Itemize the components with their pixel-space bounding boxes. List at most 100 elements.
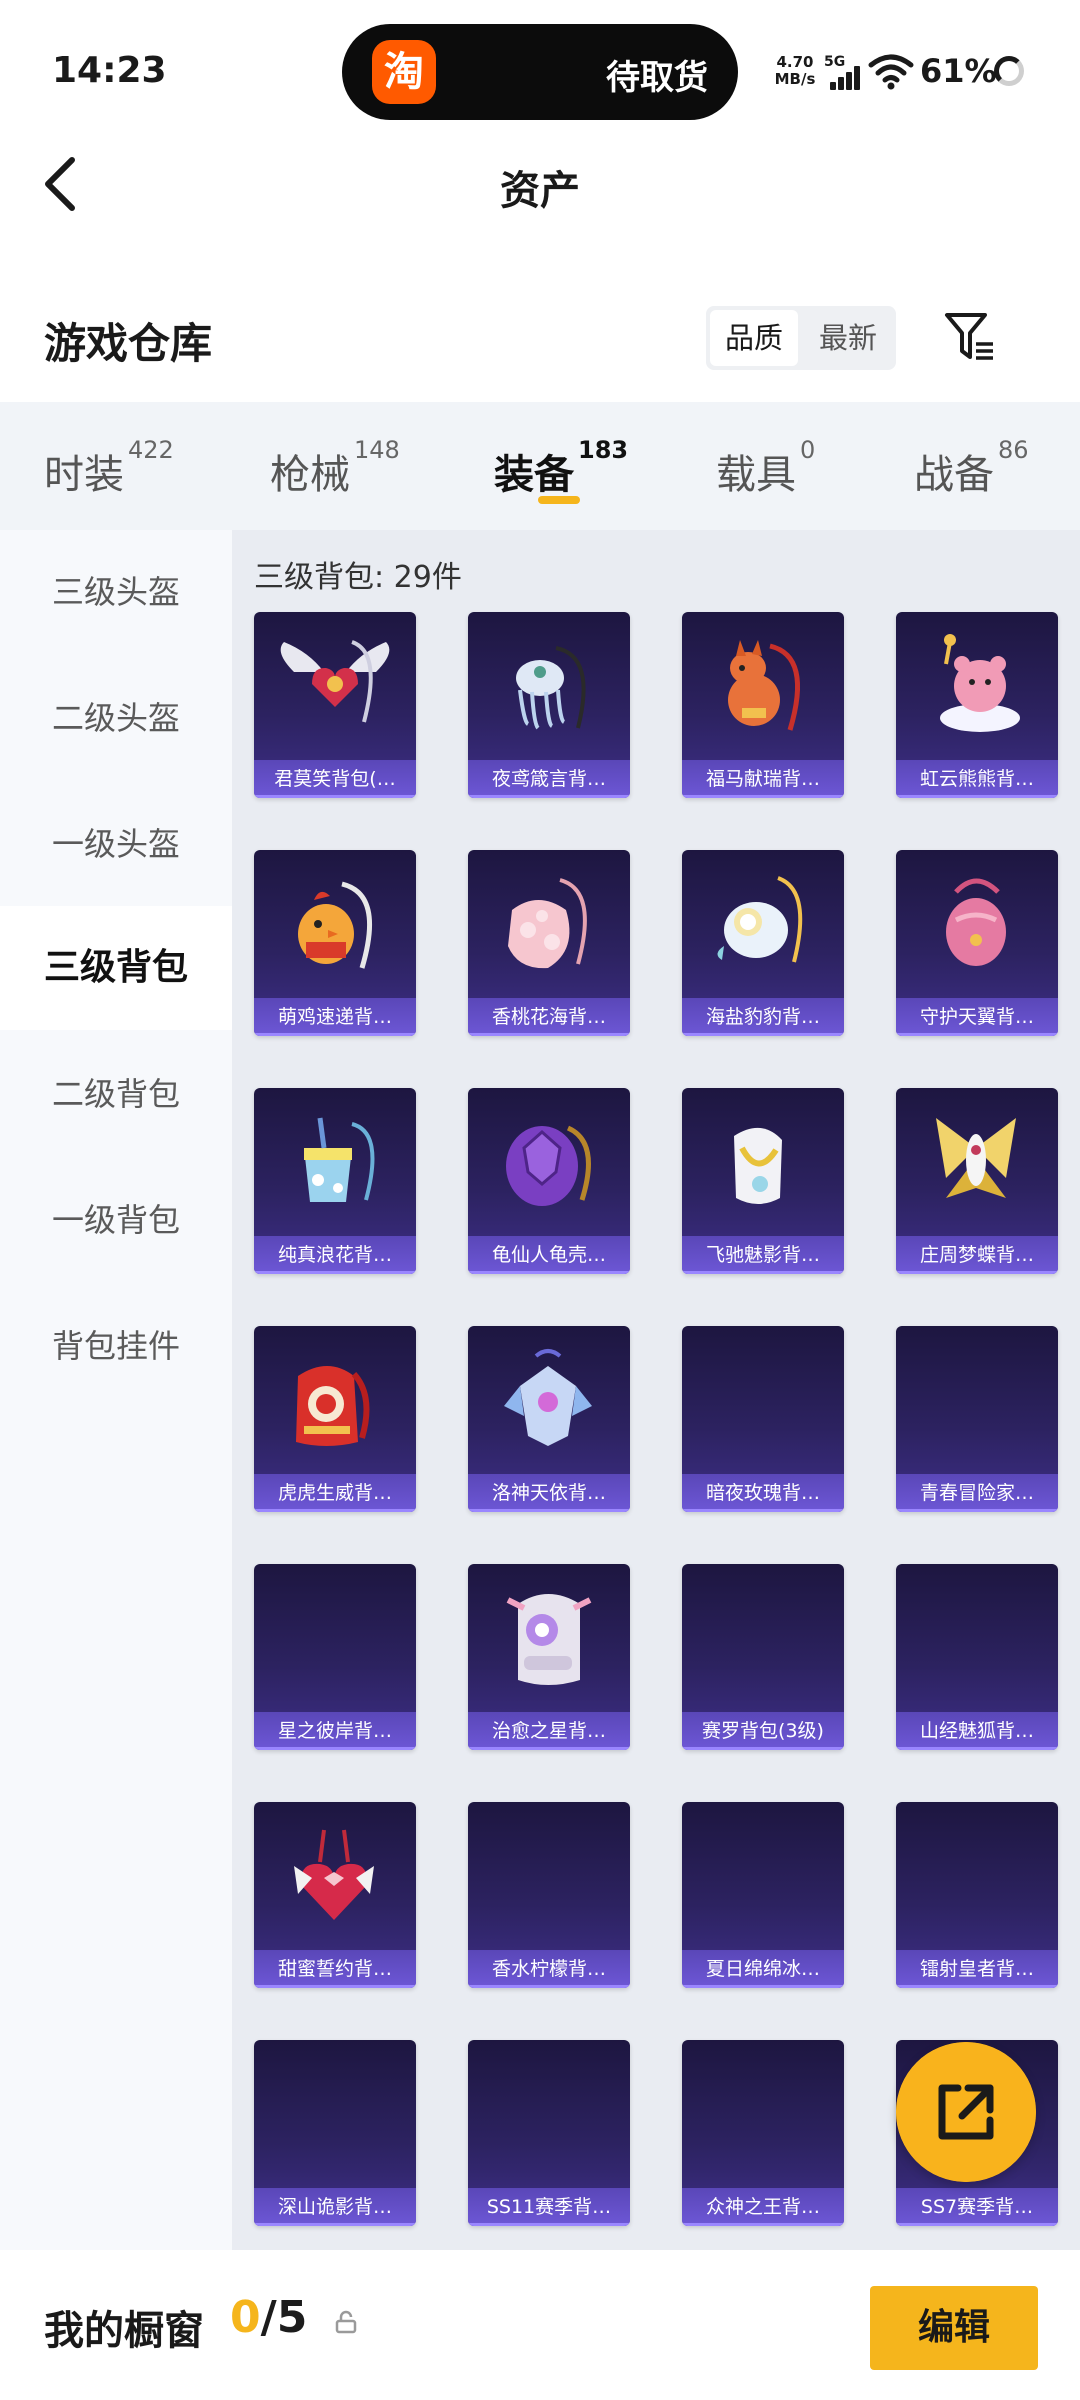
sort-quality[interactable]: 品质 xyxy=(710,310,798,366)
item-name: 洛神天依背… xyxy=(468,1474,630,1512)
card-accent-line xyxy=(682,1509,844,1512)
item-card[interactable]: 山经魅狐背… xyxy=(896,1564,1058,1750)
tab-vehicles[interactable]: 载具0 xyxy=(716,436,815,500)
tab-fashion[interactable]: 时装422 xyxy=(44,436,174,500)
sidebar-item-backpack-2[interactable]: 二级背包 xyxy=(0,1032,232,1156)
drink-cup-backpack-icon xyxy=(254,1088,416,1234)
jellyfish-backpack-icon xyxy=(468,612,630,758)
status-time: 14:23 xyxy=(52,50,167,91)
card-accent-line xyxy=(896,1033,1058,1036)
card-accent-line xyxy=(468,1271,630,1274)
card-accent-line xyxy=(682,1985,844,1988)
sidebar-item-backpack-1[interactable]: 一级背包 xyxy=(0,1158,232,1282)
item-card[interactable]: 君莫笑背包(… xyxy=(254,612,416,798)
item-card[interactable]: 香桃花海背… xyxy=(468,850,630,1036)
item-name: 香水柠檬背… xyxy=(468,1950,630,1988)
empty-art xyxy=(682,1802,844,1948)
card-accent-line xyxy=(682,1747,844,1750)
sidebar-item-helmet-1[interactable]: 一级头盔 xyxy=(0,782,232,906)
white-gold-backpack-icon xyxy=(682,1088,844,1234)
item-name: 纯真浪花背… xyxy=(254,1236,416,1274)
item-card[interactable]: 治愈之星背… xyxy=(468,1564,630,1750)
tab-supplies[interactable]: 战备86 xyxy=(914,436,1029,500)
card-accent-line xyxy=(896,1271,1058,1274)
battery-icon xyxy=(994,56,1024,86)
item-card[interactable]: 庄周梦蝶背… xyxy=(896,1088,1058,1274)
item-name: 夜鸢箴言背… xyxy=(468,760,630,798)
item-card[interactable]: 飞驰魅影背… xyxy=(682,1088,844,1274)
card-accent-line xyxy=(682,1033,844,1036)
turtle-shell-backpack-icon xyxy=(468,1088,630,1234)
tab-weapons[interactable]: 枪械148 xyxy=(270,436,400,500)
tab-equipment[interactable]: 装备183 xyxy=(494,436,628,500)
sidebar-item-helmet-2[interactable]: 二级头盔 xyxy=(0,656,232,780)
showcase-bar: 我的橱窗 0/5 编辑 xyxy=(0,2252,1080,2400)
item-card[interactable]: 众神之王背… xyxy=(682,2040,844,2226)
lock-icon xyxy=(335,2310,357,2334)
share-button[interactable] xyxy=(896,2042,1036,2182)
item-card[interactable]: 龟仙人龟壳… xyxy=(468,1088,630,1274)
status-bar: 14:23 淘 待取货 4.70 MB/s 5G 61% xyxy=(0,0,1080,140)
item-name: 深山诡影背… xyxy=(254,2188,416,2226)
net-speed-unit: MB/s xyxy=(774,70,816,88)
item-name: 治愈之星背… xyxy=(468,1712,630,1750)
edit-button[interactable]: 编辑 xyxy=(870,2286,1038,2370)
battery-percent: 61% xyxy=(920,52,997,90)
item-name: SS11赛季背… xyxy=(468,2188,630,2226)
dynamic-island[interactable]: 淘 待取货 xyxy=(342,24,738,120)
item-card[interactable]: 福马献瑞背… xyxy=(682,612,844,798)
empty-art xyxy=(896,1564,1058,1710)
sidebar-item-helmet-3[interactable]: 三级头盔 xyxy=(0,530,232,654)
page-title: 资产 xyxy=(500,168,580,214)
item-card[interactable]: 萌鸡速递背… xyxy=(254,850,416,1036)
card-accent-line xyxy=(254,1985,416,1988)
item-card[interactable]: 虎虎生威背… xyxy=(254,1326,416,1512)
bow-heart-backpack-icon xyxy=(254,1802,416,1948)
item-name: 星之彼岸背… xyxy=(254,1712,416,1750)
item-card[interactable]: 守护天翼背… xyxy=(896,850,1058,1036)
category-tabs: 时装422 枪械148 装备183 载具0 战备86 xyxy=(0,402,1080,530)
showcase-count-total: /5 xyxy=(260,2292,308,2343)
item-card[interactable]: 香水柠檬背… xyxy=(468,1802,630,1988)
active-tab-indicator xyxy=(538,496,580,504)
showcase-count: 0/5 xyxy=(230,2292,307,2343)
wifi-icon xyxy=(868,54,914,90)
item-card[interactable]: SS11赛季背… xyxy=(468,2040,630,2226)
item-card[interactable]: 甜蜜誓约背… xyxy=(254,1802,416,1988)
showcase-count-current: 0 xyxy=(230,2292,261,2343)
empty-art xyxy=(682,2040,844,2186)
item-card[interactable]: 夜鸢箴言背… xyxy=(468,612,630,798)
item-card[interactable]: 夏日绵绵冰… xyxy=(682,1802,844,1988)
item-name: 香桃花海背… xyxy=(468,998,630,1036)
grid-header: 三级背包: 29件 xyxy=(254,560,462,595)
item-name: 虎虎生威背… xyxy=(254,1474,416,1512)
item-card[interactable]: 深山诡影背… xyxy=(254,2040,416,2226)
net-speed: 4.70 MB/s xyxy=(774,54,816,88)
item-name: 福马献瑞背… xyxy=(682,760,844,798)
item-card[interactable]: 镭射皇者背… xyxy=(896,1802,1058,1988)
empty-art xyxy=(682,1564,844,1710)
pink-bear-cloud-backpack-icon xyxy=(896,612,1058,758)
item-card[interactable]: 虹云熊熊背… xyxy=(896,612,1058,798)
item-name: 山经魅狐背… xyxy=(896,1712,1058,1750)
sort-toggle: 品质 最新 xyxy=(706,306,896,370)
peach-blossom-backpack-icon xyxy=(468,850,630,996)
item-name: 暗夜玫瑰背… xyxy=(682,1474,844,1512)
item-card[interactable]: 海盐豹豹背… xyxy=(682,850,844,1036)
item-name: 赛罗背包(3级) xyxy=(682,1712,844,1750)
sidebar-item-backpack-charm[interactable]: 背包挂件 xyxy=(0,1284,232,1408)
item-card[interactable]: 星之彼岸背… xyxy=(254,1564,416,1750)
filter-icon[interactable] xyxy=(944,312,996,362)
empty-art xyxy=(682,1326,844,1472)
card-accent-line xyxy=(682,2223,844,2226)
tab-count: 148 xyxy=(354,436,400,464)
item-name: SS7赛季背… xyxy=(896,2188,1058,2226)
item-card[interactable]: 洛神天依背… xyxy=(468,1326,630,1512)
sort-newest[interactable]: 最新 xyxy=(804,310,892,366)
item-card[interactable]: 暗夜玫瑰背… xyxy=(682,1326,844,1512)
sidebar-item-backpack-3[interactable]: 三级背包 xyxy=(0,906,232,1030)
item-card[interactable]: 纯真浪花背… xyxy=(254,1088,416,1274)
item-card[interactable]: 赛罗背包(3级) xyxy=(682,1564,844,1750)
item-card[interactable]: 青春冒险家… xyxy=(896,1326,1058,1512)
card-accent-line xyxy=(468,795,630,798)
